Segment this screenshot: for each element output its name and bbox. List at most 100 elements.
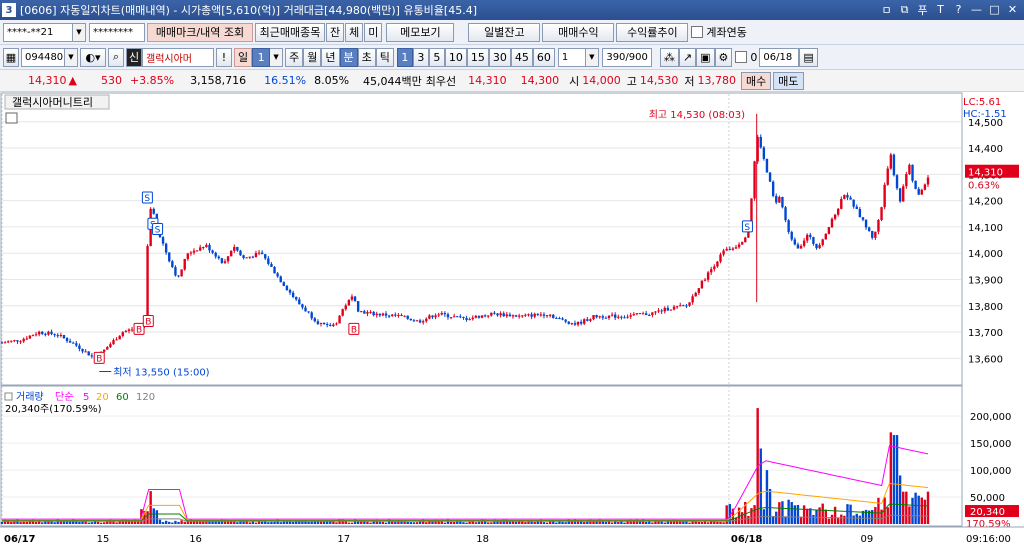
minute-60-button[interactable]: 60 [532,47,555,67]
candle-body [864,219,868,228]
high-annotation: 최고 14,530 (08:03) [649,109,745,121]
interval-dropdown-icon[interactable]: ▼ [585,47,599,67]
candle-body [276,273,279,277]
close-icon[interactable]: ✕ [1005,2,1020,17]
period-tick-button[interactable]: 틱 [375,47,394,67]
account-number-field[interactable]: ****-**21 [3,22,73,42]
candle-body [53,334,56,336]
trade-profit-button[interactable]: 매매수익 [542,22,615,42]
candle-body [211,250,214,253]
calendar-icon[interactable]: ▤ [799,47,818,67]
balance-button[interactable]: 잔 [326,22,345,42]
candle-body [548,314,552,316]
date-field[interactable]: 06/18 [759,47,800,67]
candle-body [192,250,196,253]
volume-bar [781,501,784,524]
link-window-icon[interactable]: ⧉ [897,2,912,17]
period-daily-button[interactable]: 일 [234,47,253,67]
volume-bar [270,521,273,524]
filled-button[interactable]: 체 [345,22,364,42]
candle-body [121,332,124,336]
account-dropdown-icon[interactable]: ▼ [73,22,86,42]
volume-bar [199,521,202,524]
alert-icon[interactable]: ! [216,47,232,67]
period-weekly-button[interactable]: 주 [285,47,304,67]
search-icon[interactable]: ⌕ [108,47,124,67]
period-minute-button[interactable]: 분 [339,47,358,67]
first-field[interactable]: 1 [252,47,271,67]
interval-input[interactable]: 1 [557,47,586,67]
draw-tool-icon[interactable]: ↗ [678,47,697,67]
candle-body [431,315,434,318]
grid-icon[interactable]: ▦ [3,47,19,67]
buy-button[interactable]: 매수 [741,71,772,90]
candle-body [744,237,747,243]
minimize-icon[interactable]: — [969,2,984,17]
candle-body [775,195,778,203]
recent-trades-button[interactable]: 최근매매종목 [255,22,325,42]
account-link-checkbox[interactable] [691,26,704,38]
text-icon[interactable]: T [933,2,948,17]
x-tick-label: 09:16:00 [966,534,1011,545]
volume-bar [25,521,28,524]
unfilled-button[interactable]: 미 [364,22,383,42]
candle-body [391,314,394,316]
volume-bar [561,521,564,524]
volume-bar [688,522,691,524]
candle-body [496,313,499,316]
pointer-tool-icon[interactable]: ⁂ [659,47,679,67]
pin-icon[interactable]: 푸 [915,2,930,17]
trade-mark-query-button[interactable]: 매매마크/내역 조회 [147,22,253,42]
sell-button[interactable]: 매도 [773,71,804,90]
candle-body [644,313,648,316]
memo-view-button[interactable]: 메모보기 [386,22,455,42]
period-monthly-button[interactable]: 월 [303,47,322,67]
minute-30-button[interactable]: 30 [488,47,511,67]
stock-code-dropdown-icon[interactable]: ▼ [65,47,78,67]
data-count-field[interactable]: 390/900 [601,47,652,67]
candle-body [347,299,351,306]
password-field[interactable]: ******** [89,22,145,42]
candle-body [217,256,220,259]
daily-balance-button[interactable]: 일별잔고 [468,22,541,42]
volume-bar [415,522,419,524]
minute-45-button[interactable]: 45 [510,47,533,67]
price-tick-label: 13,900 [968,275,1003,286]
stock-name-field[interactable]: 갤럭시아머 [142,47,214,67]
candle-body [852,199,855,207]
maximize-icon[interactable]: □ [987,2,1002,17]
help-icon[interactable]: ? [951,2,966,17]
candle-body [19,341,22,343]
volume-bar [542,522,546,524]
settings-gear-icon[interactable]: ⚙ [714,47,733,67]
high-label: 고 [626,74,637,88]
minute-3-button[interactable]: 3 [412,47,429,67]
chart-area[interactable]: 최고 14,530 (08:03)최저 13,550 (15:00)BBBSSS… [0,92,1024,547]
candle-body [375,313,378,316]
save-icon[interactable]: ▣ [696,47,715,67]
volume-bar [260,521,264,524]
date-checkbox[interactable] [735,51,748,63]
candle-body [199,247,202,251]
first-field-dropdown-icon[interactable]: ▼ [270,47,284,67]
candle-body [437,314,440,316]
period-second-button[interactable]: 초 [357,47,376,67]
stock-code-field[interactable]: 094480 [21,47,65,67]
history-icon[interactable]: ◐▾ [80,47,106,67]
minute-5-button[interactable]: 5 [428,47,445,67]
candle-body [579,321,583,324]
trade-amount: 45,044백만 [363,74,422,88]
return-trend-button[interactable]: 수익률추이 [616,22,689,42]
minute-1-button[interactable]: 1 [396,47,413,67]
candle-body [669,309,673,311]
price-volume-chart[interactable]: 최고 14,530 (08:03)최저 13,550 (15:00)BBBSSS… [0,92,1024,547]
candle-body [830,218,834,228]
candle-body [329,324,332,327]
minute-10-button[interactable]: 10 [444,47,467,67]
period-yearly-button[interactable]: 년 [321,47,340,67]
candle-body [833,214,837,219]
volume-bar [171,522,174,524]
memo-icon[interactable]: ㅁ [879,2,894,17]
minute-15-button[interactable]: 15 [466,47,489,67]
candle-body [112,340,115,345]
